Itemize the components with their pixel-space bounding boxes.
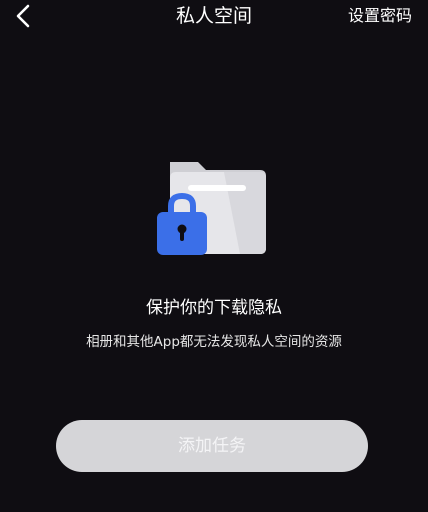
privacy-description: 相册和其他App都无法发现私人空间的资源 bbox=[86, 334, 342, 350]
privacy-headline: 保护你的下载隐私 bbox=[146, 298, 282, 318]
locked-folder-icon bbox=[154, 158, 270, 258]
private-space-screen: 私人空间 设置密码 保护你的下载隐私 相册和其他App都无法发现私人空间的资源 … bbox=[0, 0, 428, 512]
top-bar: 私人空间 设置密码 bbox=[0, 0, 428, 34]
add-task-button[interactable]: 添加任务 bbox=[56, 420, 368, 472]
set-password-button[interactable]: 设置密码 bbox=[348, 5, 412, 27]
